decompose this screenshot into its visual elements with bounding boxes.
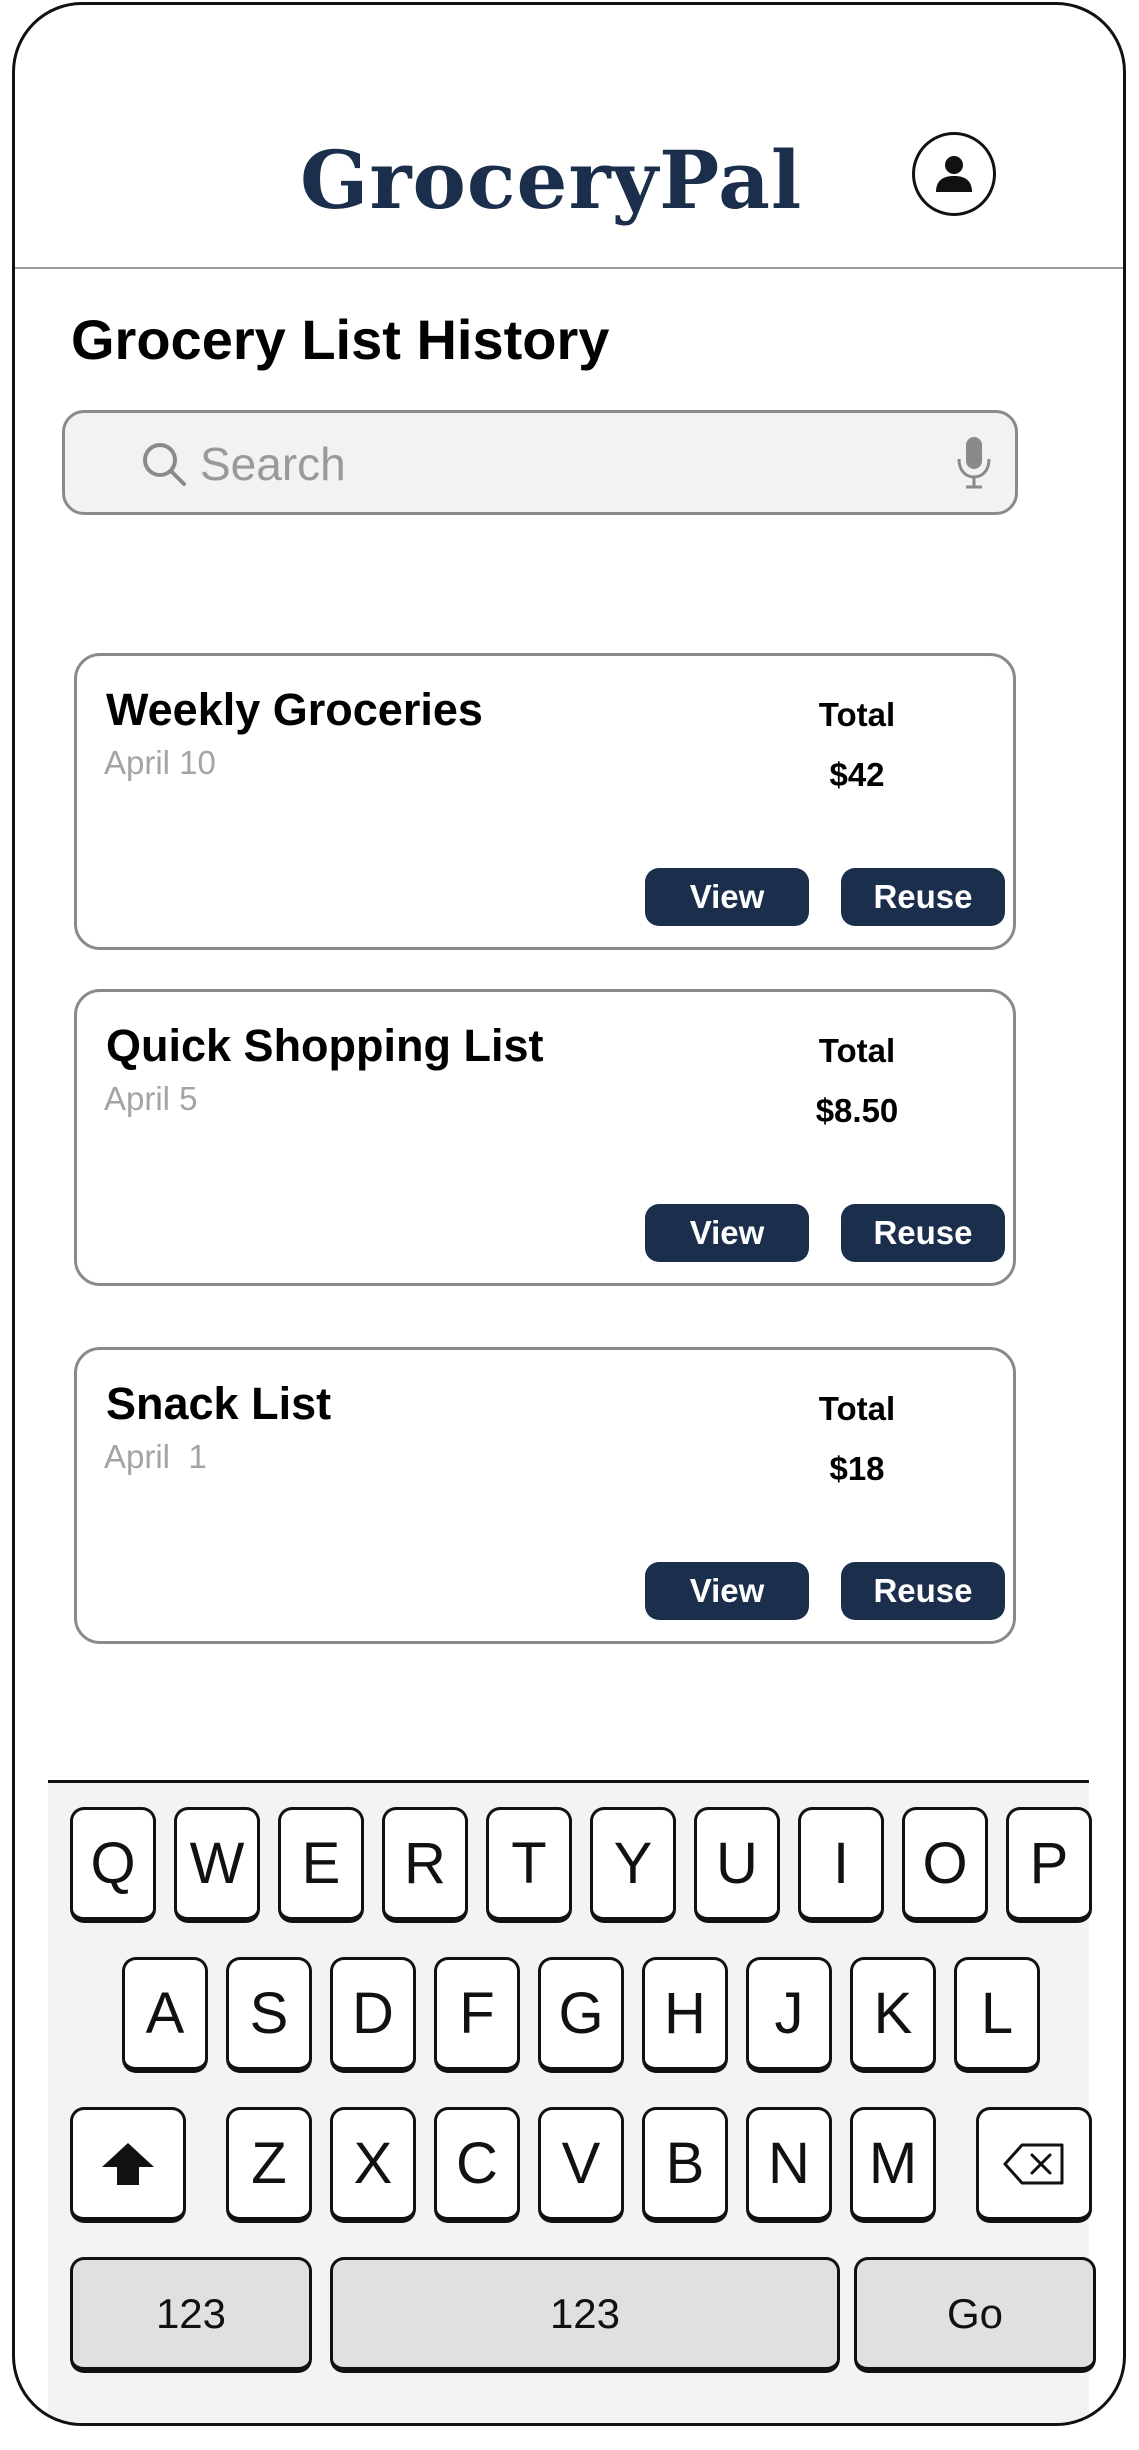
total-value: $42 xyxy=(829,756,885,793)
search-input[interactable] xyxy=(200,431,890,497)
numbers-key[interactable]: 123 xyxy=(70,2257,312,2373)
total-value: $18 xyxy=(829,1450,885,1487)
key-c[interactable]: C xyxy=(434,2107,520,2223)
total-value: $8.50 xyxy=(815,1092,899,1129)
key-s[interactable]: S xyxy=(226,1957,312,2073)
reuse-button[interactable]: Reuse xyxy=(841,868,1005,926)
total-label: Total xyxy=(818,696,896,733)
page-title: Grocery List History xyxy=(71,308,610,371)
search-bar[interactable] xyxy=(62,410,1018,515)
list-card-weekly-groceries: Weekly Groceries April 10 Total $42 View… xyxy=(74,653,1016,950)
view-button[interactable]: View xyxy=(645,868,809,926)
list-title: Quick Shopping List xyxy=(106,1020,544,1071)
key-z[interactable]: Z xyxy=(226,2107,312,2223)
key-q[interactable]: Q xyxy=(70,1807,156,1923)
go-key[interactable]: Go xyxy=(854,2257,1096,2373)
key-x[interactable]: X xyxy=(330,2107,416,2223)
reuse-button[interactable]: Reuse xyxy=(841,1204,1005,1262)
key-w[interactable]: W xyxy=(174,1807,260,1923)
key-p[interactable]: P xyxy=(1006,1807,1092,1923)
key-g[interactable]: G xyxy=(538,1957,624,2073)
key-t[interactable]: T xyxy=(486,1807,572,1923)
shift-key[interactable] xyxy=(70,2107,186,2223)
list-card-snack-list: Snack List April 1 Total $18 View Reuse xyxy=(74,1347,1016,1644)
list-date: April 10 xyxy=(104,744,216,781)
key-l[interactable]: L xyxy=(954,1957,1040,2073)
phone-frame: GroceryPal Grocery List History Weekly G… xyxy=(12,2,1126,2426)
list-date: April 5 xyxy=(104,1080,198,1117)
space-key[interactable]: 123 xyxy=(330,2257,840,2373)
app-header: GroceryPal xyxy=(15,5,1123,269)
key-b[interactable]: B xyxy=(642,2107,728,2223)
key-h[interactable]: H xyxy=(642,1957,728,2073)
backspace-key[interactable] xyxy=(976,2107,1092,2223)
key-u[interactable]: U xyxy=(694,1807,780,1923)
profile-button[interactable] xyxy=(912,132,996,216)
key-y[interactable]: Y xyxy=(590,1807,676,1923)
on-screen-keyboard: Q W E R T Y U I O P A S D F G H J K L Z … xyxy=(48,1780,1096,2423)
key-j[interactable]: J xyxy=(746,1957,832,2073)
total-label: Total xyxy=(818,1032,896,1069)
shift-arrow-icon xyxy=(102,2142,154,2185)
key-r[interactable]: R xyxy=(382,1807,468,1923)
key-n[interactable]: N xyxy=(746,2107,832,2223)
key-v[interactable]: V xyxy=(538,2107,624,2223)
list-card-quick-shopping: Quick Shopping List April 5 Total $8.50 … xyxy=(74,989,1016,1286)
user-profile-icon xyxy=(936,156,972,192)
total-label: Total xyxy=(818,1390,896,1427)
view-button[interactable]: View xyxy=(645,1562,809,1620)
key-m[interactable]: M xyxy=(850,2107,936,2223)
search-icon xyxy=(143,443,186,486)
key-e[interactable]: E xyxy=(278,1807,364,1923)
reuse-button[interactable]: Reuse xyxy=(841,1562,1005,1620)
list-title: Weekly Groceries xyxy=(106,684,483,735)
backspace-icon xyxy=(1003,2143,1064,2184)
key-f[interactable]: F xyxy=(434,1957,520,2073)
microphone-icon[interactable] xyxy=(955,435,993,491)
key-o[interactable]: O xyxy=(902,1807,988,1923)
list-title: Snack List xyxy=(106,1378,332,1429)
list-date: April 1 xyxy=(104,1438,207,1475)
key-i[interactable]: I xyxy=(798,1807,884,1923)
key-k[interactable]: K xyxy=(850,1957,936,2073)
key-a[interactable]: A xyxy=(122,1957,208,2073)
key-d[interactable]: D xyxy=(330,1957,416,2073)
view-button[interactable]: View xyxy=(645,1204,809,1262)
app-logo: GroceryPal xyxy=(300,133,803,227)
